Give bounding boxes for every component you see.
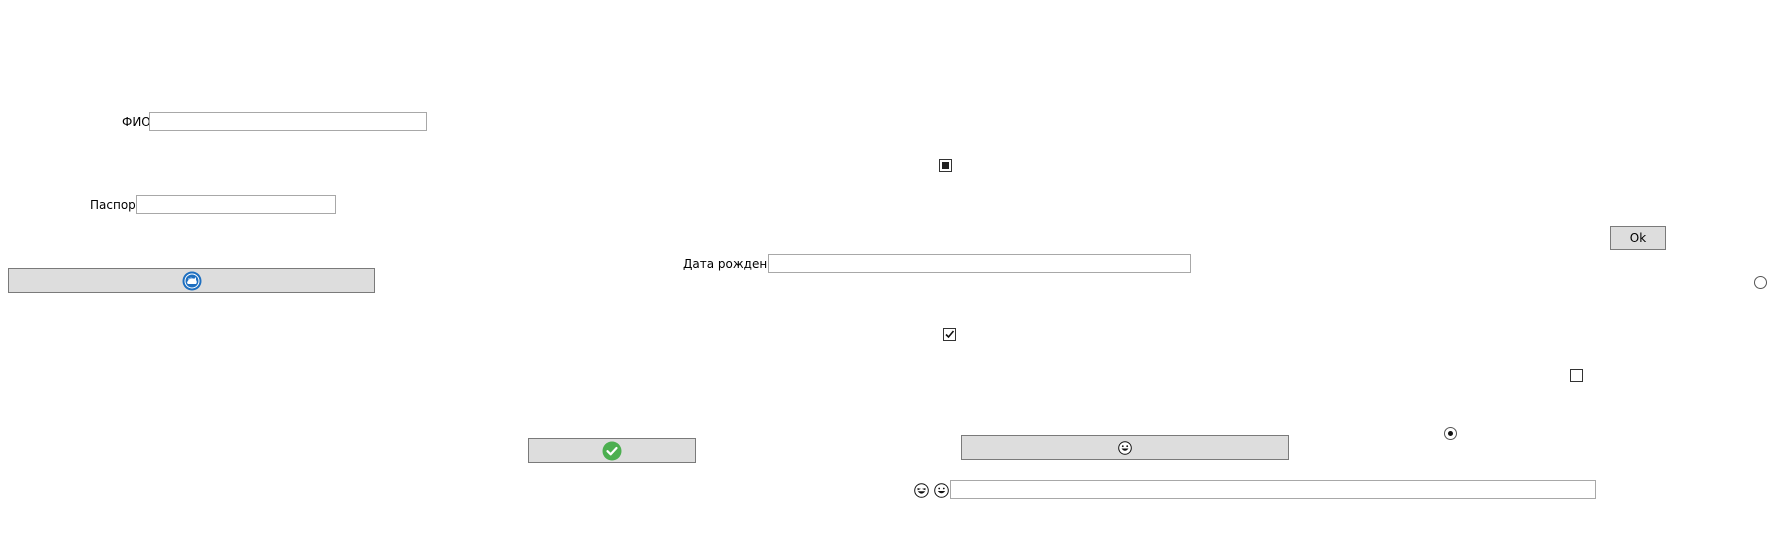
birthdate-input[interactable]	[768, 254, 1191, 273]
fio-label: ФИО	[122, 115, 151, 129]
fio-input[interactable]	[149, 112, 427, 131]
bottom-input[interactable]	[950, 480, 1596, 499]
ok-button[interactable]: Ok	[1610, 226, 1666, 250]
passport-label: Паспорт	[90, 198, 143, 212]
grinning-face-icon	[1118, 440, 1132, 455]
passport-input[interactable]	[136, 195, 336, 214]
unchecked-checkbox[interactable]	[1570, 369, 1583, 382]
ok-button-label: Ok	[1629, 231, 1647, 245]
laughing-face-icon	[914, 483, 929, 498]
indeterminate-mark	[942, 162, 949, 169]
radio-unselected[interactable]	[1754, 276, 1767, 289]
indeterminate-checkbox[interactable]	[939, 159, 952, 172]
emoji-button[interactable]	[961, 435, 1289, 460]
radio-selected[interactable]	[1444, 427, 1457, 440]
checked-checkbox[interactable]	[943, 328, 956, 341]
green-checkmark-icon	[602, 441, 622, 460]
dolphin-button[interactable]	[8, 268, 375, 293]
dolphin-badge-icon	[182, 271, 201, 290]
checkmark-icon	[945, 330, 955, 339]
green-check-button[interactable]	[528, 438, 696, 463]
grinning-face-icon	[934, 483, 949, 498]
radio-dot	[1448, 431, 1453, 436]
